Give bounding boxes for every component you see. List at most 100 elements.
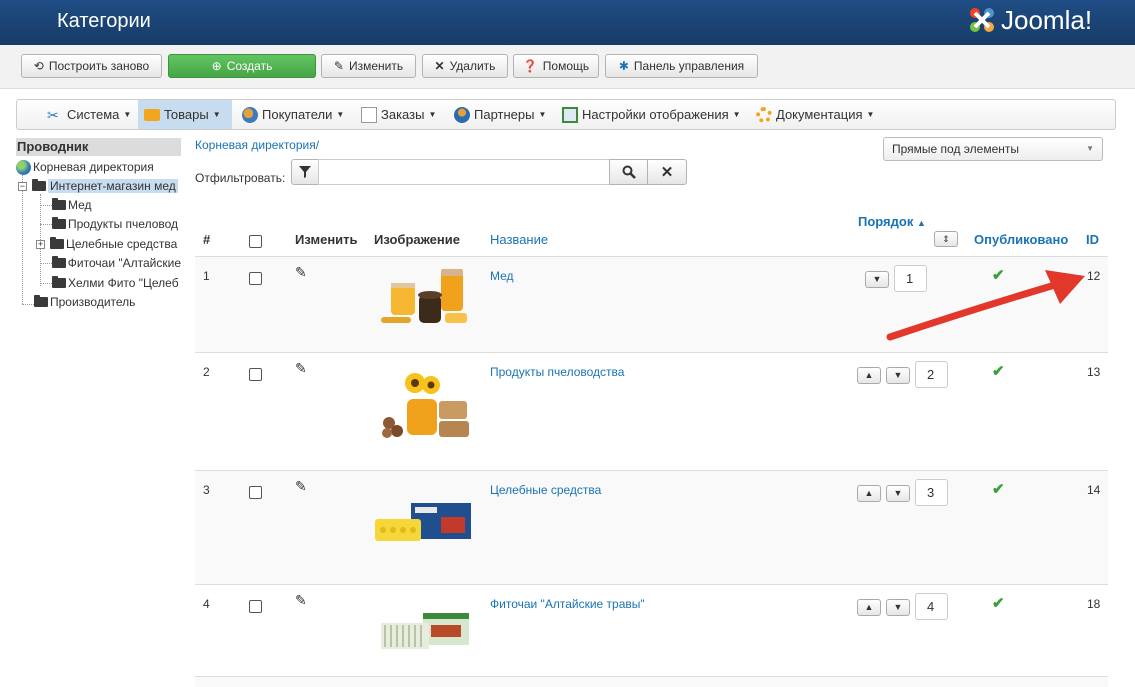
create-button[interactable]: ⊕ Создать: [168, 54, 316, 78]
view-select[interactable]: Прямые под элементы ▼: [883, 137, 1103, 161]
menu-label: Система: [67, 107, 120, 122]
tree-item-herbal-tea[interactable]: Фиточаи "Алтайские: [52, 254, 181, 272]
bee-products-image: [382, 373, 469, 438]
tree-label: Фиточаи "Алтайские: [67, 256, 181, 270]
move-down-button[interactable]: ▼: [886, 599, 910, 616]
menu-label: Партнеры: [474, 107, 535, 122]
question-icon: ❓: [522, 59, 538, 73]
edit-button[interactable]: ✎ Изменить: [321, 54, 416, 78]
globe-icon: [16, 159, 31, 175]
menu-item-partners[interactable]: Партнеры ▼: [448, 100, 552, 129]
orders-icon: [361, 106, 377, 123]
filter-button[interactable]: [291, 159, 319, 185]
move-up-button[interactable]: ▲: [857, 485, 881, 502]
table-row: 2 ✎ Продукты пчеловодства ▲ ▼ 2 ✔ 13: [195, 352, 1108, 470]
menu-item-display-settings[interactable]: Настройки отображения ▼: [556, 100, 747, 129]
help-label: Помощь: [542, 59, 590, 73]
folder-icon: [34, 295, 48, 307]
tree-label: Продукты пчеловод: [68, 217, 179, 231]
rebuild-label: Построить заново: [48, 59, 150, 73]
row-checkbox[interactable]: [249, 600, 262, 613]
tree-item-remedies[interactable]: + Целебные средства: [36, 235, 181, 253]
row-name-link[interactable]: Мед: [490, 269, 514, 283]
row-name-link[interactable]: Продукты пчеловодства: [490, 365, 624, 379]
menu-item-orders[interactable]: Заказы ▼: [355, 100, 442, 129]
row-id: 18: [1087, 597, 1101, 611]
view-select-value: Прямые под элементы: [892, 142, 1019, 156]
joomla-logo: Joomla!: [966, 4, 1092, 36]
menu-item-documentation[interactable]: Документация ▼: [750, 100, 880, 129]
col-published[interactable]: Опубликовано: [974, 232, 1068, 247]
save-order-button[interactable]: ⇕: [934, 231, 958, 247]
clear-filter-button[interactable]: ✕: [647, 159, 687, 185]
edit-label: Изменить: [348, 59, 404, 73]
tree-line: [40, 205, 52, 206]
page-title: Категории: [57, 10, 151, 32]
caret-icon: ▼: [732, 110, 741, 119]
published-check-icon[interactable]: ✔: [992, 480, 1005, 498]
row-checkbox[interactable]: [249, 486, 262, 499]
move-up-button[interactable]: ▲: [857, 367, 881, 384]
filter-input[interactable]: [318, 159, 610, 185]
control-panel-button[interactable]: ✱ Панель управления: [605, 54, 758, 78]
app-header: Категории Joomla!: [0, 0, 1135, 45]
main-menu: ✂ Система ▼ Товары ▼ Покупатели ▼ Заказы ▼ П…: [16, 99, 1116, 130]
move-down-button[interactable]: ▼: [886, 485, 910, 502]
chevron-down-icon: ▼: [893, 370, 903, 380]
tree-label: Интернет-магазин мед: [48, 179, 178, 193]
logo-text: Joomla!: [1001, 4, 1093, 35]
table-row: 4 ✎ Фиточаи "Алтайские травы" ▲ ▼ 4 ✔ 18: [195, 584, 1108, 676]
chevron-up-icon: ▲: [864, 370, 874, 380]
row-name-link[interactable]: Целебные средства: [490, 483, 601, 497]
move-up-button[interactable]: ▲: [857, 599, 881, 616]
col-name[interactable]: Название: [490, 232, 548, 247]
col-order[interactable]: Порядок ▲: [858, 214, 926, 229]
search-button[interactable]: [609, 159, 648, 185]
menu-item-products[interactable]: Товары ▼: [138, 100, 232, 129]
col-id[interactable]: ID: [1086, 232, 1099, 247]
close-icon: ✕: [660, 164, 674, 181]
filter-icon: [299, 166, 311, 178]
row-num: 3: [203, 483, 210, 497]
rebuild-icon: ⟲: [33, 59, 44, 73]
row-checkbox[interactable]: [249, 368, 262, 381]
tree-item-bee-products[interactable]: Продукты пчеловод: [52, 215, 181, 233]
rebuild-button[interactable]: ⟲ Построить заново: [21, 54, 162, 78]
row-checkbox[interactable]: [249, 272, 262, 285]
caret-icon: ▼: [212, 110, 221, 119]
pencil-icon[interactable]: ✎: [295, 264, 307, 281]
published-check-icon[interactable]: ✔: [992, 362, 1005, 380]
asterisk-icon: ✱: [618, 59, 629, 73]
row-name-link[interactable]: Фиточаи "Алтайские травы": [490, 597, 645, 611]
menu-label: Товары: [164, 107, 209, 122]
tree-label: Мед: [68, 198, 92, 212]
box-icon: [144, 108, 160, 121]
order-input[interactable]: 3: [915, 479, 948, 506]
tree-item-helmi-fito[interactable]: Хелми Фито "Целеб: [52, 274, 181, 292]
chevron-down-icon: ▼: [893, 602, 903, 612]
delete-button[interactable]: ✕ Удалить: [422, 54, 508, 78]
tree-line: [22, 304, 34, 305]
tree-item-shop[interactable]: − Интернет-магазин мед: [18, 177, 181, 195]
published-check-icon[interactable]: ✔: [992, 594, 1005, 612]
folder-open-icon: [32, 179, 46, 191]
tree-line: [40, 224, 52, 225]
menu-item-system[interactable]: ✂ Система ▼: [41, 100, 137, 129]
move-down-button[interactable]: ▼: [886, 367, 910, 384]
pencil-icon[interactable]: ✎: [295, 478, 307, 495]
collapse-icon[interactable]: −: [18, 181, 27, 191]
expand-icon[interactable]: +: [36, 239, 45, 249]
plus-circle-icon: ⊕: [211, 59, 222, 73]
pencil-icon[interactable]: ✎: [295, 592, 307, 609]
breadcrumb[interactable]: Корневая директория/: [195, 138, 319, 152]
pencil-icon[interactable]: ✎: [295, 360, 307, 377]
tree-item-root[interactable]: Корневая директория: [16, 158, 181, 176]
menu-item-customers[interactable]: Покупатели ▼: [236, 100, 350, 129]
tree-item-manufacturer[interactable]: Производитель: [34, 293, 181, 311]
tree-item-honey[interactable]: Мед: [52, 196, 181, 214]
order-input[interactable]: 2: [915, 361, 948, 388]
select-all-checkbox[interactable]: [249, 235, 262, 248]
folder-icon: [52, 217, 66, 229]
order-input[interactable]: 4: [915, 593, 948, 620]
help-button[interactable]: ❓ Помощь: [513, 54, 599, 78]
